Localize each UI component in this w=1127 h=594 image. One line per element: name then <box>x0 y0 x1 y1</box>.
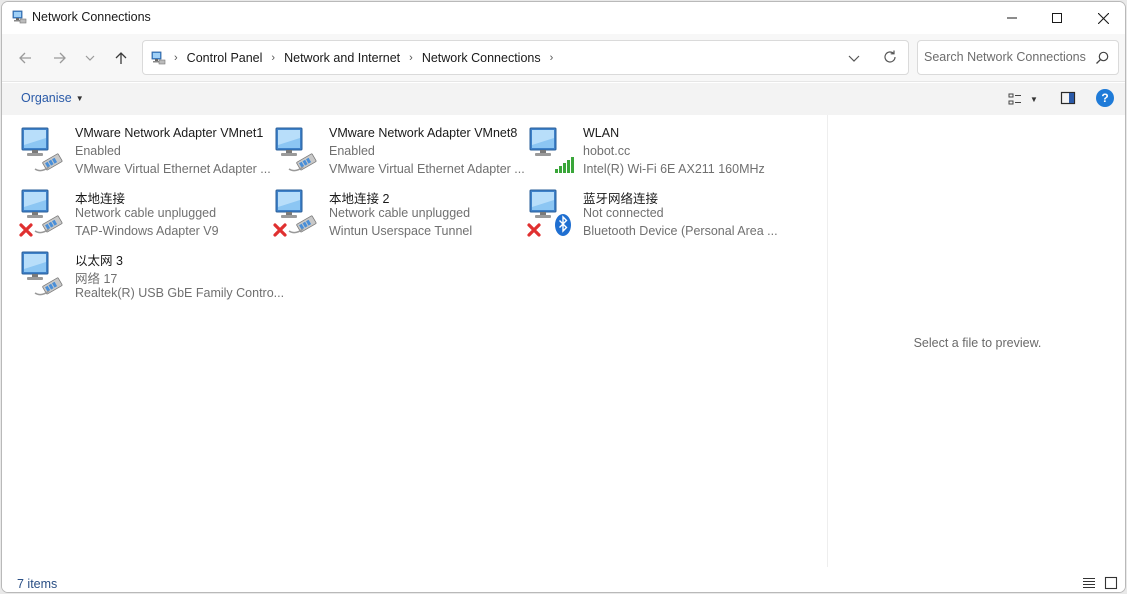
item-count: 7 items <box>17 577 58 591</box>
close-button[interactable] <box>1080 2 1125 34</box>
connection-device: Bluetooth Device (Personal Area ... <box>583 224 778 238</box>
connection-name: VMware Network Adapter VMnet1 <box>75 126 264 140</box>
title-bar: Network Connections <box>2 2 1125 34</box>
connection-item[interactable]: VMware Network Adapter VMnet8 Enabled VMwa… <box>273 125 525 183</box>
close-icon <box>1097 12 1109 24</box>
organise-menu-button[interactable]: Organise ▼ <box>21 91 84 105</box>
ethernet-adapter-icon <box>19 125 67 177</box>
connections-list: VMware Network Adapter VMnet1 Enabled VMwa… <box>2 115 826 567</box>
command-bar: Organise ▼ ▼ ? <box>2 83 1125 115</box>
change-view-button[interactable]: ▼ <box>1008 89 1038 109</box>
up-button[interactable] <box>109 46 133 70</box>
ethernet-adapter-icon <box>19 187 67 239</box>
recent-locations-button[interactable] <box>78 46 102 70</box>
connection-name: VMware Network Adapter VMnet8 <box>329 126 518 140</box>
connection-item[interactable]: WLAN hobot.cc Intel(R) Wi-Fi 6E AX211 160M… <box>527 125 777 183</box>
connection-item[interactable]: 本地连接 Network cable unplugged TAP-Windows A… <box>19 187 269 245</box>
connection-item[interactable]: VMware Network Adapter VMnet1 Enabled VMwa… <box>19 125 271 183</box>
connection-name: WLAN <box>583 126 620 140</box>
chevron-right-icon[interactable]: › <box>271 52 275 64</box>
connection-device: TAP-Windows Adapter V9 <box>75 224 219 238</box>
search-box[interactable] <box>917 40 1119 75</box>
connection-name: 本地连接 <box>75 192 126 206</box>
chevron-right-icon[interactable]: › <box>174 52 178 64</box>
connection-name: 以太网 3 <box>75 254 123 268</box>
connection-device: Intel(R) Wi-Fi 6E AX211 160MHz <box>583 162 765 176</box>
large-icons-view-icon[interactable] <box>1104 576 1118 590</box>
breadcrumb-control-panel[interactable]: Control Panel <box>187 51 263 65</box>
network-connections-icon <box>12 10 27 24</box>
connection-status: Not connected <box>583 206 664 220</box>
arrow-left-icon <box>19 52 31 64</box>
address-bar[interactable]: › Control Panel › Network and Internet ›… <box>142 40 909 75</box>
organise-label: Organise <box>21 91 72 105</box>
chevron-down-icon <box>848 55 860 62</box>
preview-pane-icon[interactable] <box>1060 90 1076 106</box>
ethernet-adapter-icon <box>273 125 321 177</box>
view-options-icon <box>1008 93 1021 105</box>
search-input[interactable] <box>924 50 1089 64</box>
help-button[interactable]: ? <box>1096 89 1114 107</box>
connection-status: Network cable unplugged <box>75 206 217 220</box>
connection-item[interactable]: 以太网 3 网络 17 Realtek(R) USB GbE Family Cont… <box>19 249 284 307</box>
connection-status: Network cable unplugged <box>329 206 471 220</box>
arrow-right-icon <box>54 52 66 64</box>
minimize-button[interactable] <box>989 2 1035 34</box>
back-button[interactable] <box>13 46 37 70</box>
breadcrumb: › Control Panel › Network and Internet ›… <box>171 41 562 74</box>
maximize-icon <box>1052 13 1062 23</box>
preview-message: Select a file to preview. <box>913 336 1042 350</box>
connection-status: Enabled <box>75 144 121 158</box>
status-bar: 7 items <box>2 567 1125 592</box>
arrow-up-icon <box>115 52 127 64</box>
connection-status: Enabled <box>329 144 375 158</box>
caret-down-icon: ▼ <box>1030 94 1038 104</box>
explorer-window: Network Connections › Control Panel › Ne… <box>1 1 1126 593</box>
connection-status: 网络 17 <box>75 272 118 286</box>
wifi-adapter-icon <box>527 125 575 177</box>
chevron-right-icon[interactable]: › <box>550 52 554 64</box>
ethernet-adapter-icon <box>273 187 321 239</box>
connection-item[interactable]: 蓝牙网络连接 Not connected Bluetooth Device (Per… <box>527 187 778 245</box>
details-view-icon[interactable] <box>1082 577 1096 589</box>
forward-button[interactable] <box>48 46 72 70</box>
connection-device: VMware Virtual Ethernet Adapter ... <box>329 162 525 176</box>
maximize-button[interactable] <box>1034 2 1080 34</box>
connection-item[interactable]: 本地连接 2 Network cable unplugged Wintun User… <box>273 187 523 245</box>
network-connections-icon <box>151 51 166 65</box>
breadcrumb-network-and-internet[interactable]: Network and Internet <box>284 51 400 65</box>
navigation-bar: › Control Panel › Network and Internet ›… <box>2 34 1125 82</box>
breadcrumb-network-connections[interactable]: Network Connections <box>422 51 541 65</box>
preview-pane: Select a file to preview. <box>827 115 1125 567</box>
connection-status: hobot.cc <box>583 144 631 158</box>
refresh-button[interactable] <box>881 48 899 66</box>
ethernet-adapter-icon <box>19 249 67 301</box>
minimize-icon <box>1007 17 1017 19</box>
connection-device: Realtek(R) USB GbE Family Contro... <box>75 286 285 300</box>
chevron-right-icon[interactable]: › <box>409 52 413 64</box>
connection-name: 本地连接 2 <box>329 192 390 206</box>
caret-down-icon: ▼ <box>75 93 84 103</box>
window-title: Network Connections <box>32 10 151 24</box>
chevron-down-icon <box>85 55 95 61</box>
connection-name: 蓝牙网络连接 <box>583 192 659 206</box>
connection-device: Wintun Userspace Tunnel <box>329 224 473 238</box>
search-icon[interactable] <box>1094 50 1110 66</box>
refresh-icon <box>884 50 896 63</box>
address-dropdown-button[interactable] <box>845 49 863 67</box>
connection-device: VMware Virtual Ethernet Adapter ... <box>75 162 271 176</box>
bluetooth-adapter-icon <box>527 187 575 239</box>
